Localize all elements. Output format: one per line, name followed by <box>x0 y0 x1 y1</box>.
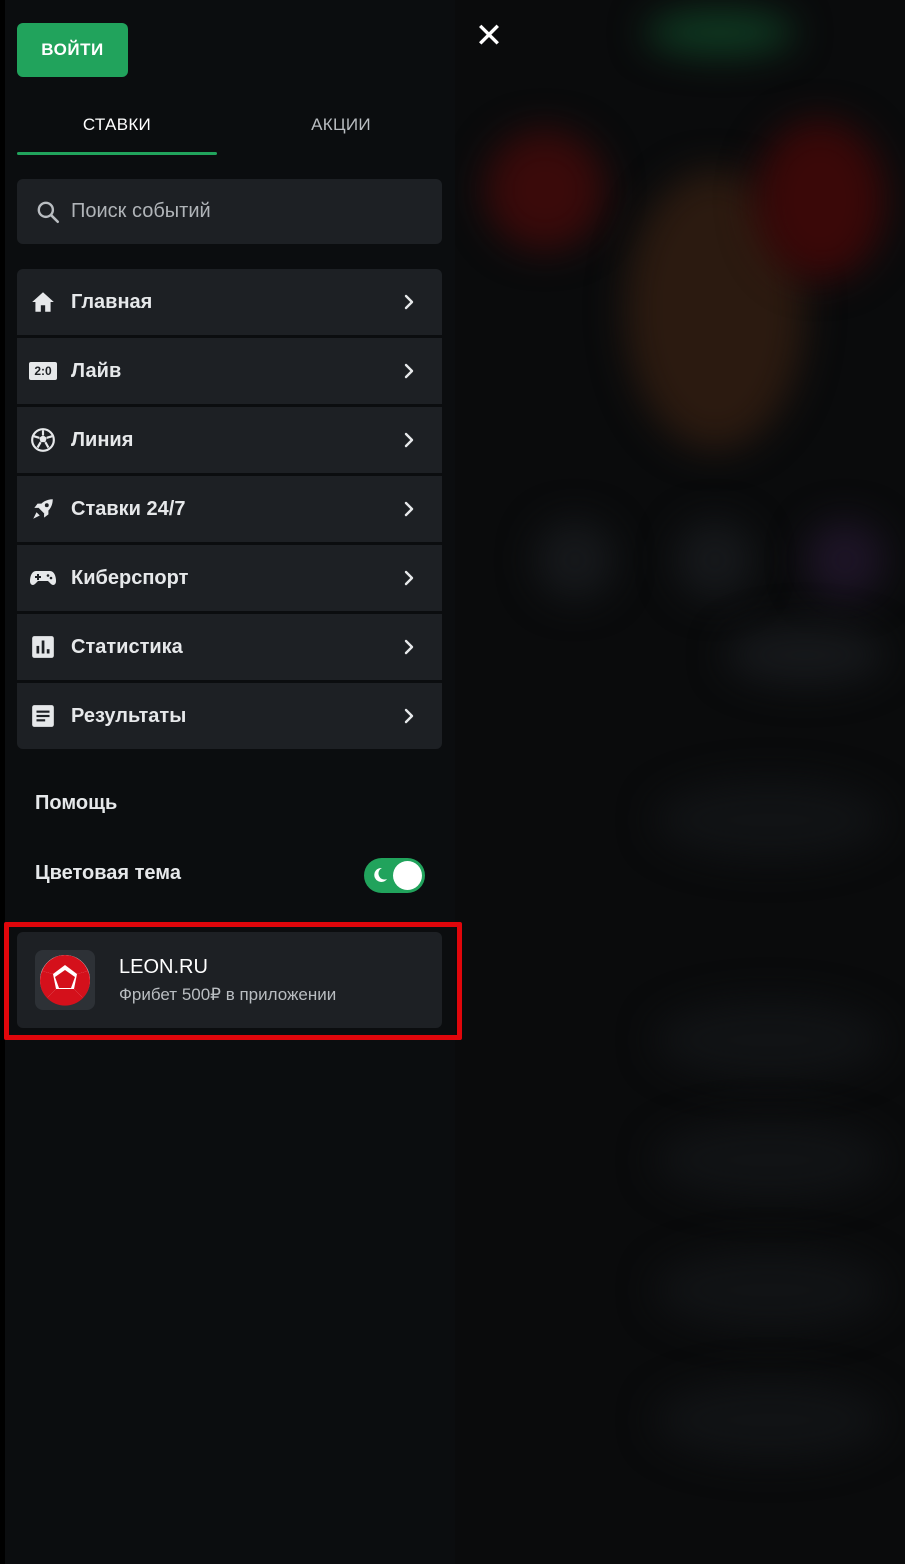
search-icon <box>37 201 60 223</box>
tab-bar: СТАВКИ АКЦИИ <box>17 95 442 157</box>
moon-icon <box>374 867 387 882</box>
theme-toggle[interactable] <box>364 858 425 893</box>
menu-item-label: Ставки 24/7 <box>71 497 186 520</box>
color-theme-label: Цветовая тема <box>35 862 181 884</box>
login-button[interactable]: ВОЙТИ <box>17 23 128 77</box>
chevron-right-icon <box>404 432 414 448</box>
menu-item-label: Статистика <box>71 635 183 658</box>
live-score-icon: 2:0 <box>29 357 57 385</box>
menu-item-statistics[interactable]: Статистика <box>17 614 442 680</box>
results-icon <box>29 702 57 730</box>
menu-item-results[interactable]: Результаты <box>17 683 442 749</box>
live-score-text: 2:0 <box>29 362 57 380</box>
menu-item-label: Результаты <box>71 704 187 727</box>
chevron-right-icon <box>404 639 414 655</box>
highlight-frame <box>4 922 462 1040</box>
tab-promotions[interactable]: АКЦИИ <box>241 95 441 155</box>
home-icon <box>29 288 57 316</box>
rocket-icon <box>29 495 57 523</box>
blurred-page-background[interactable] <box>455 0 905 1564</box>
menu-item-label: Главная <box>71 290 153 313</box>
help-link[interactable]: Помощь <box>35 792 117 815</box>
menu-item-label: Лайв <box>71 359 122 382</box>
menu-item-label: Киберспорт <box>71 566 189 589</box>
side-drawer: ВОЙТИ СТАВКИ АКЦИИ Главная 2:0 Лайв <box>5 0 455 1564</box>
search-box[interactable] <box>17 179 442 244</box>
menu-item-line[interactable]: Линия <box>17 407 442 473</box>
tab-bets[interactable]: СТАВКИ <box>17 95 217 155</box>
menu-item-label: Линия <box>71 428 134 451</box>
close-icon[interactable]: ✕ <box>473 19 505 53</box>
statistics-icon <box>29 633 57 661</box>
menu-item-bets-24-7[interactable]: Ставки 24/7 <box>17 476 442 542</box>
color-theme-row: Цветовая тема <box>35 858 425 894</box>
menu-item-live[interactable]: 2:0 Лайв <box>17 338 442 404</box>
chevron-right-icon <box>404 570 414 586</box>
menu-item-esports[interactable]: Киберспорт <box>17 545 442 611</box>
gamepad-icon <box>29 564 57 592</box>
soccer-ball-icon <box>29 426 57 454</box>
active-tab-indicator <box>17 152 217 155</box>
chevron-right-icon <box>404 708 414 724</box>
search-input[interactable] <box>71 200 411 223</box>
menu-item-home[interactable]: Главная <box>17 269 442 335</box>
chevron-right-icon <box>404 363 414 379</box>
chevron-right-icon <box>404 501 414 517</box>
toggle-knob <box>393 861 422 890</box>
chevron-right-icon <box>404 294 414 310</box>
main-menu: Главная 2:0 Лайв Линия Ставки 24/7 Кибер… <box>17 269 442 749</box>
